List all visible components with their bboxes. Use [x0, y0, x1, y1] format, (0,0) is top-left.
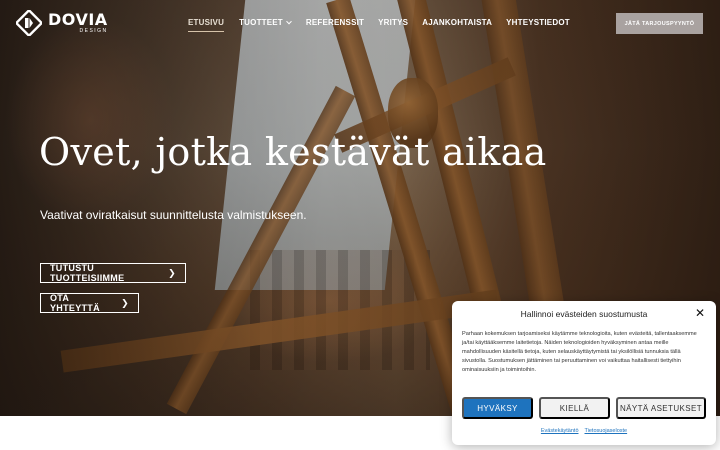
nav-item-yritys[interactable]: YRITYS: [378, 18, 408, 27]
contact-us-button[interactable]: OTA YHTEYTTÄ ❯: [40, 293, 139, 313]
accept-cookies-button[interactable]: HYVÄKSY: [462, 397, 533, 419]
nav-item-tuotteet[interactable]: TUOTTEET: [239, 18, 292, 27]
privacy-policy-link[interactable]: Tietosuojaseloste: [585, 428, 628, 434]
nav-item-ajankohtaista[interactable]: AJANKOHTAISTA: [422, 18, 492, 27]
main-nav: ETUSIVU TUOTTEET REFERENSSIT YRITYS AJAN…: [188, 18, 570, 32]
chevron-right-icon: ❯: [121, 297, 129, 308]
contact-us-label: OTA YHTEYTTÄ: [50, 293, 100, 313]
cookie-policy-link[interactable]: Evästekäytäntö: [541, 428, 579, 434]
deny-cookies-button[interactable]: KIELLÄ: [539, 397, 610, 419]
explore-products-button[interactable]: TUTUSTU TUOTTEISIIMME ❯: [40, 263, 186, 283]
explore-products-label: TUTUSTU TUOTTEISIIMME: [50, 263, 125, 283]
nav-item-tuotteet-label: TUOTTEET: [239, 18, 283, 27]
dovia-logo-icon: [16, 10, 42, 36]
cookie-dialog-title: Hallinnoi evästeiden suostumusta: [520, 309, 648, 319]
hero-subline: Vaativat oviratkaisut suunnittelusta val…: [40, 208, 307, 222]
cookie-links: Evästekäytäntö Tietosuojaseloste: [452, 428, 716, 434]
nav-item-etusivu[interactable]: ETUSIVU: [188, 18, 225, 32]
nav-item-referenssit[interactable]: REFERENSSIT: [306, 18, 364, 27]
nav-item-yhteystiedot[interactable]: YHTEYSTIEDOT: [506, 18, 570, 27]
chevron-down-icon: [286, 18, 292, 24]
site-logo[interactable]: DOVIA DESIGN: [16, 10, 108, 36]
chevron-right-icon: ❯: [168, 267, 176, 278]
cookie-settings-button[interactable]: NÄYTÄ ASETUKSET: [616, 397, 706, 419]
request-quote-button[interactable]: JÄTÄ TARJOUSPYYNTÖ: [616, 13, 703, 34]
hero-headline: Ovet, jotka kestävät aikaa: [39, 130, 547, 174]
logo-name: DOVIA: [48, 10, 108, 29]
cookie-dialog-text: Parhaan kokemuksen tarjoamiseksi käytämm…: [462, 331, 697, 373]
cookie-consent-dialog: Hallinnoi evästeiden suostumusta ✕ Parha…: [452, 301, 716, 445]
close-icon[interactable]: ✕: [695, 307, 705, 319]
